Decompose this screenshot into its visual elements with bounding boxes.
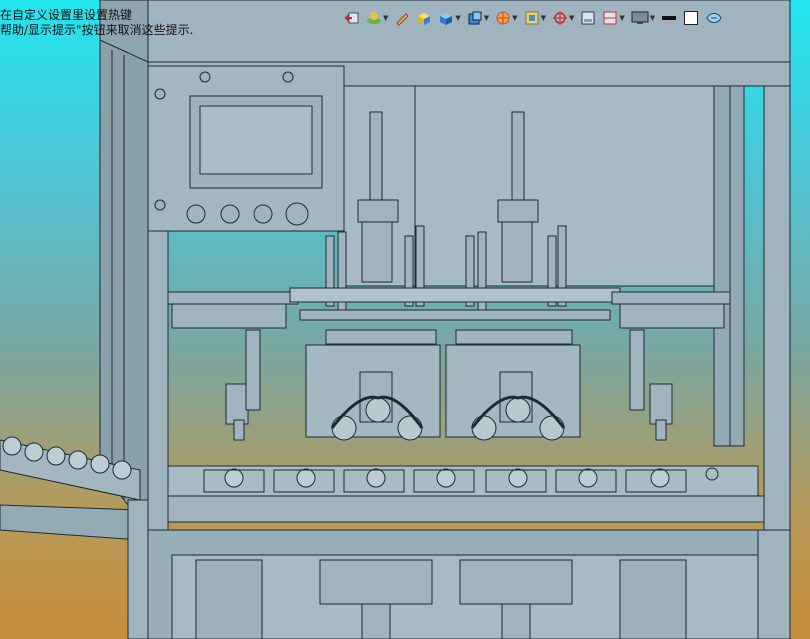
split-viewport-icon[interactable]: ▼ [602, 8, 625, 28]
hint-line-1: 在自定义设置里设置热键 [0, 8, 133, 22]
display-monitor-icon[interactable]: ▼ [631, 8, 655, 28]
hint-text: 在自定义设置里设置热键 帮助/显示提示"按钮来取消这些提示. [0, 8, 193, 38]
box-view-icon[interactable]: ▼ [438, 8, 461, 28]
lighting-icon[interactable]: ▼ [366, 8, 388, 28]
hint-line-2: 帮助/显示提示"按钮来取消这些提示. [0, 23, 194, 37]
cad-3d-viewport[interactable]: 在自定义设置里设置热键 帮助/显示提示"按钮来取消这些提示. ▼ ▼ ▼ ▼ ▼… [0, 0, 810, 639]
heads-up-view-toolbar: ▼ ▼ ▼ ▼ ▼ ▼ ▼ ▼ [344, 7, 729, 29]
shaded-box-icon[interactable] [416, 8, 432, 28]
machine-model [0, 0, 791, 639]
line-color-icon[interactable] [661, 8, 677, 28]
appearance-sphere-icon[interactable]: ▼ [495, 8, 518, 28]
view-cube-icon[interactable]: ▼ [467, 8, 489, 28]
section-view-icon[interactable]: ▼ [524, 8, 546, 28]
sketch-pencil-icon[interactable] [394, 8, 410, 28]
display-style-icon[interactable] [705, 8, 723, 28]
previous-view-icon[interactable] [344, 8, 360, 28]
fill-color-icon[interactable] [683, 8, 699, 28]
single-viewport-icon[interactable] [580, 8, 596, 28]
view-origin-icon[interactable]: ▼ [552, 8, 574, 28]
